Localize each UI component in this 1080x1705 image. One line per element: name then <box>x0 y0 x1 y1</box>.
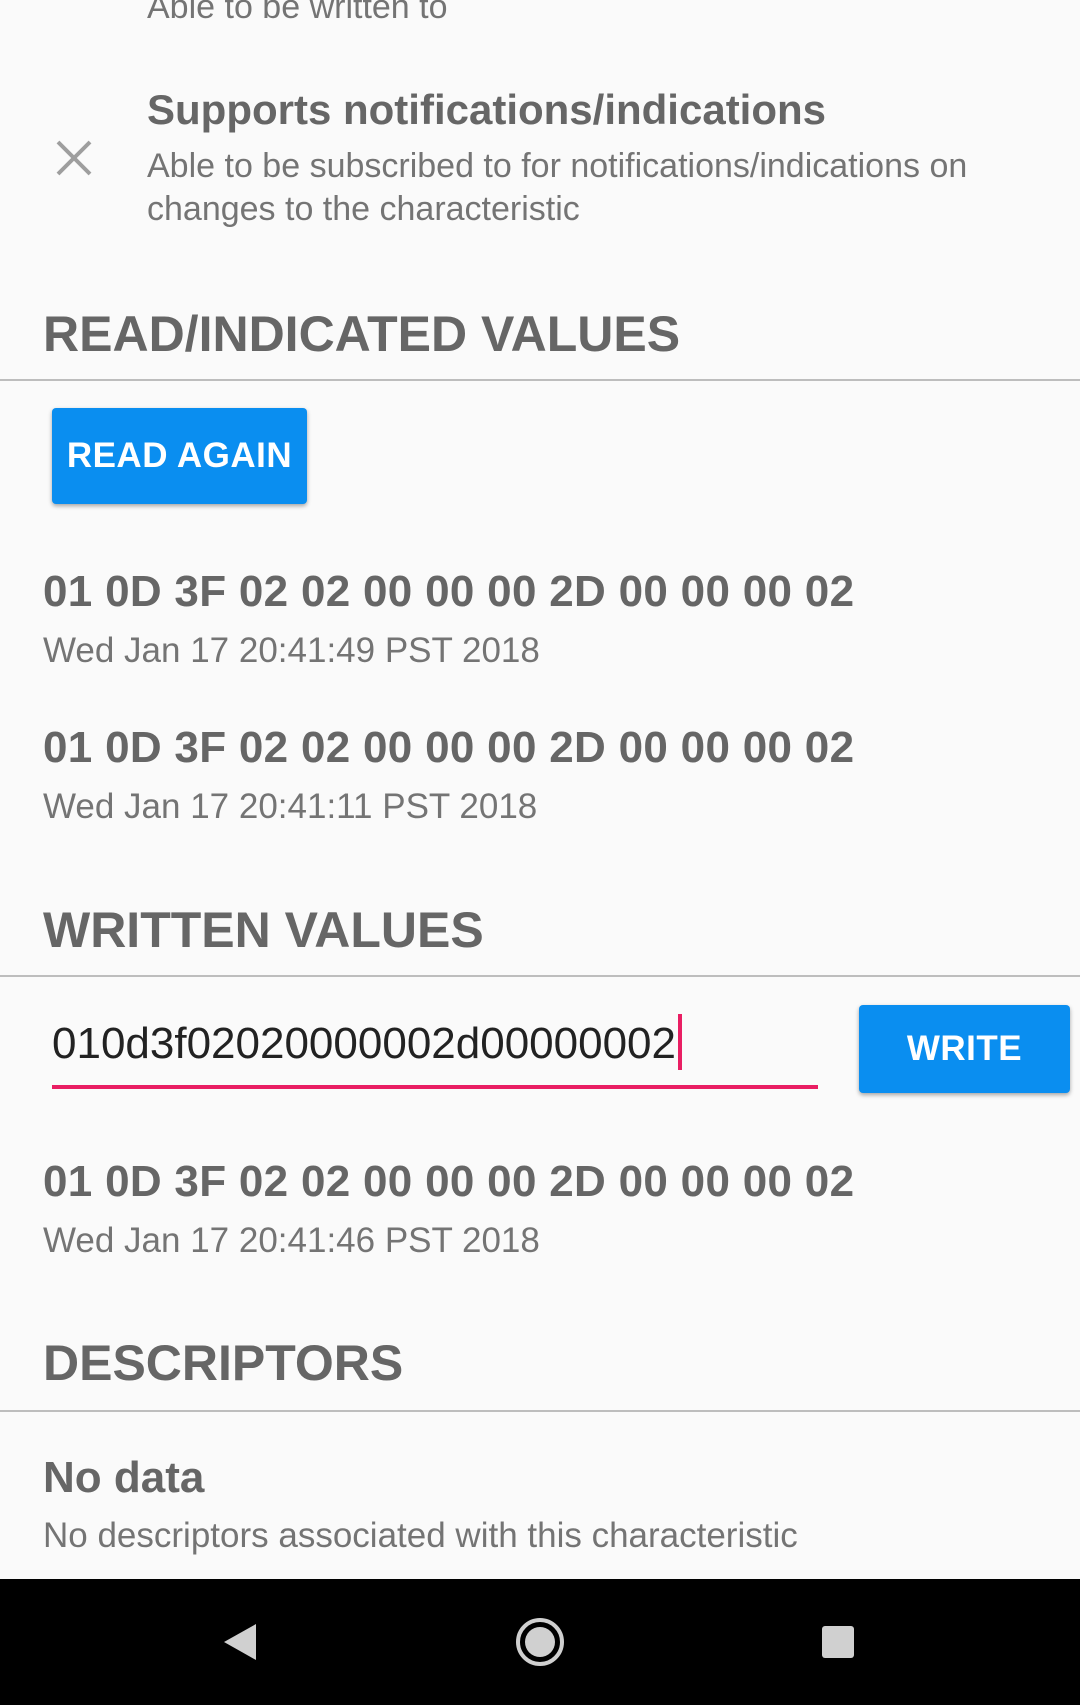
read-values-divider <box>0 379 1080 381</box>
read-value-hex: 01 0D 3F 02 02 00 00 00 2D 00 00 00 02 <box>43 723 855 772</box>
text-cursor <box>678 1014 682 1071</box>
read-again-button[interactable]: READ AGAIN <box>52 408 307 504</box>
written-values-divider <box>0 975 1080 977</box>
close-icon <box>56 140 92 176</box>
write-value-input-text[interactable]: 010d3f02020000002d00000002 <box>52 1014 682 1071</box>
read-value-hex: 01 0D 3F 02 02 00 00 00 2D 00 00 00 02 <box>43 567 855 616</box>
descriptors-divider <box>0 1410 1080 1412</box>
write-value-input[interactable]: 010d3f02020000002d00000002 <box>52 1005 818 1089</box>
written-values-header: WRITTEN VALUES <box>43 902 484 958</box>
home-icon <box>516 1618 564 1666</box>
descriptors-empty-title: No data <box>43 1453 205 1502</box>
property-write-description: Able to be written to <box>147 0 448 26</box>
write-button[interactable]: WRITE <box>859 1005 1070 1093</box>
back-icon <box>224 1624 256 1660</box>
input-underline <box>52 1085 818 1089</box>
system-navigation-bar <box>0 1579 1080 1705</box>
property-notify-description: Able to be subscribed to for notificatio… <box>147 147 968 228</box>
read-values-header: READ/INDICATED VALUES <box>43 306 681 362</box>
property-notify-title: Supports notifications/indications <box>147 86 827 133</box>
nav-recents-button[interactable] <box>778 1579 898 1705</box>
written-value-hex: 01 0D 3F 02 02 00 00 00 2D 00 00 00 02 <box>43 1157 855 1206</box>
recents-icon <box>822 1626 854 1658</box>
nav-back-button[interactable] <box>180 1579 300 1705</box>
descriptors-empty-description: No descriptors associated with this char… <box>43 1516 798 1555</box>
written-value-timestamp: Wed Jan 17 20:41:46 PST 2018 <box>43 1221 540 1260</box>
write-value-text: 010d3f02020000002d00000002 <box>52 1019 676 1068</box>
read-value-timestamp: Wed Jan 17 20:41:11 PST 2018 <box>43 787 538 826</box>
nav-home-button[interactable] <box>480 1579 600 1705</box>
read-value-timestamp: Wed Jan 17 20:41:49 PST 2018 <box>43 631 540 670</box>
descriptors-header: DESCRIPTORS <box>43 1335 404 1391</box>
